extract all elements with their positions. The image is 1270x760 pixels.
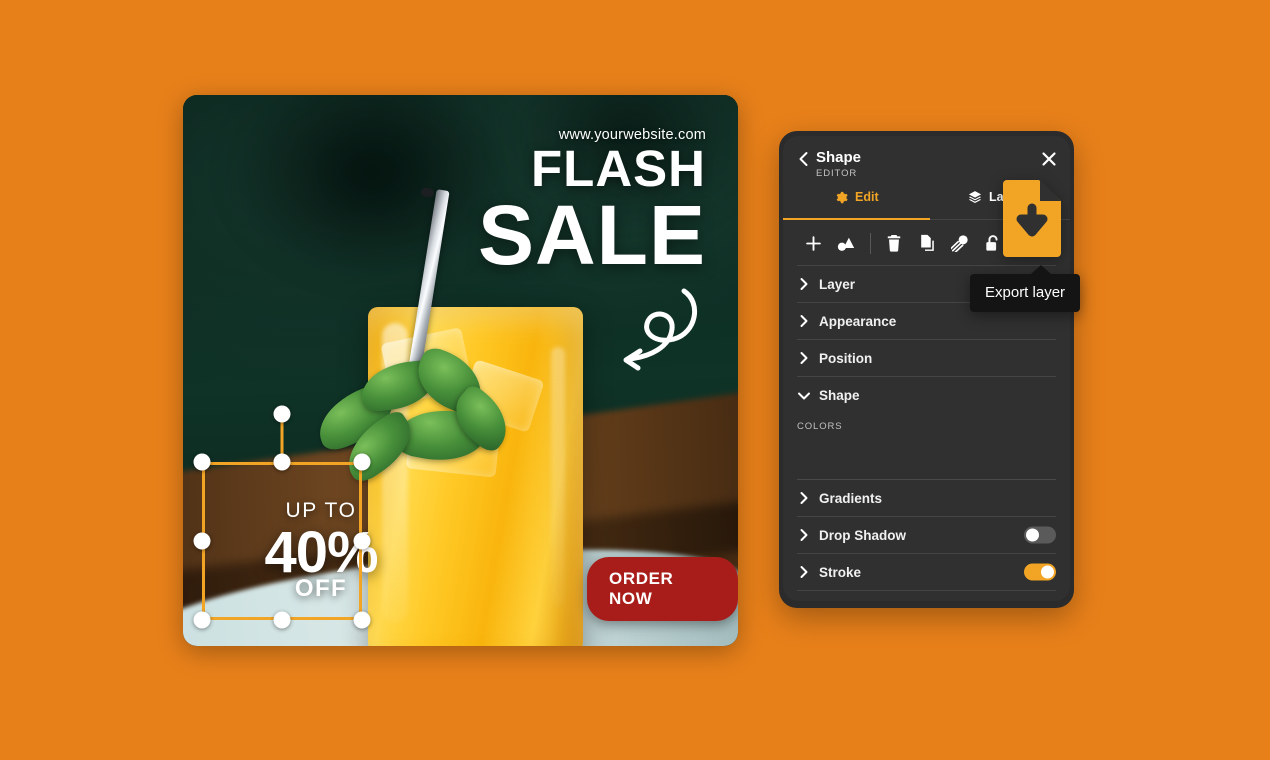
colors-subheading: COLORS: [797, 421, 843, 432]
resize-handle-bottom-left[interactable]: [193, 611, 211, 629]
chevron-right-icon: [800, 352, 808, 364]
selection-bounding-box[interactable]: [193, 405, 371, 629]
panel-title: Shape: [816, 149, 862, 166]
design-swirl-arrow-icon: [623, 288, 697, 371]
close-icon[interactable]: [1040, 150, 1058, 168]
section-gradients[interactable]: Gradients: [797, 480, 1056, 517]
stroke-toggle[interactable]: [1024, 563, 1056, 581]
panel-subtitle: EDITOR: [816, 168, 858, 179]
chevron-down-icon: [798, 392, 810, 399]
section-stroke-label: Stroke: [819, 564, 862, 580]
toggle-knob: [1041, 565, 1054, 579]
chevron-right-icon: [800, 278, 808, 290]
add-icon[interactable]: [797, 227, 829, 259]
toolbar-divider: [870, 232, 871, 254]
chevron-right-icon: [800, 529, 808, 541]
delete-icon[interactable]: [878, 227, 910, 259]
layers-icon: [968, 191, 982, 203]
tab-layers-label: La: [989, 190, 1004, 204]
section-appearance-label: Appearance: [819, 313, 897, 329]
section-gradients-label: Gradients: [819, 490, 883, 506]
rotate-handle[interactable]: [273, 405, 291, 423]
color-picker-icon[interactable]: [944, 227, 976, 259]
tab-edit[interactable]: Edit: [835, 190, 879, 204]
photo-shadow-blob: [227, 95, 516, 283]
export-document-download-icon[interactable]: [1003, 180, 1061, 257]
section-stroke[interactable]: Stroke: [797, 554, 1056, 591]
resize-handle-bottom-right[interactable]: [353, 611, 371, 629]
resize-handle-top-right[interactable]: [353, 453, 371, 471]
resize-handle-middle-right[interactable]: [353, 532, 371, 550]
duplicate-icon[interactable]: [911, 227, 943, 259]
shapes-icon[interactable]: [830, 227, 862, 259]
design-canvas-card[interactable]: www.yourwebsite.com FLASH SALE UP TO 40%…: [183, 95, 738, 646]
section-drop-shadow-label: Drop Shadow: [819, 527, 906, 543]
tab-layers[interactable]: La: [968, 190, 1004, 204]
chevron-right-icon: [800, 566, 808, 578]
selection-frame: [202, 462, 362, 620]
section-layer-label: Layer: [819, 276, 856, 292]
resize-handle-bottom-center[interactable]: [273, 611, 291, 629]
toggle-knob: [1026, 528, 1039, 542]
section-shape-label: Shape: [819, 388, 860, 403]
resize-handle-middle-left[interactable]: [193, 532, 211, 550]
section-drop-shadow[interactable]: Drop Shadow: [797, 517, 1056, 554]
export-layer-tooltip: Export layer: [970, 265, 1081, 312]
section-shape[interactable]: Shape: [797, 377, 1056, 414]
section-position-label: Position: [819, 350, 873, 366]
chevron-right-icon: [800, 492, 808, 504]
design-sale-text[interactable]: SALE: [478, 193, 706, 277]
resize-handle-top-left[interactable]: [193, 453, 211, 471]
drop-shadow-toggle[interactable]: [1024, 526, 1056, 544]
chevron-left-icon[interactable]: [796, 151, 812, 167]
design-flash-text[interactable]: FLASH: [531, 143, 706, 194]
tab-edit-label: Edit: [855, 190, 879, 204]
section-position[interactable]: Position: [797, 340, 1056, 377]
chevron-right-icon: [800, 315, 808, 327]
colors-swatch-area[interactable]: [797, 432, 1056, 480]
glass-highlight: [551, 347, 565, 607]
design-cta-button[interactable]: ORDER NOW: [587, 557, 738, 621]
gear-icon: [836, 191, 848, 203]
resize-handle-top-center[interactable]: [273, 453, 291, 471]
